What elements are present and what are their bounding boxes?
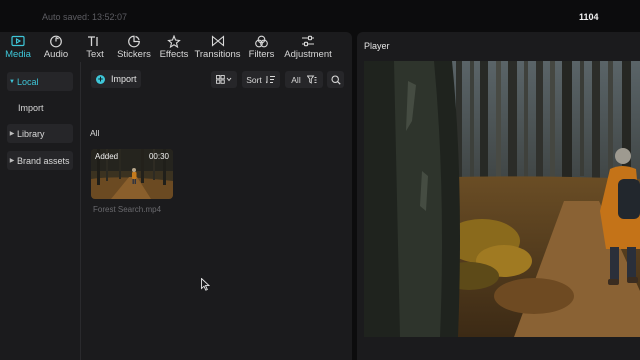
- media-panel: Media Audio Text Stickers Effects Transi…: [0, 32, 352, 360]
- app-window: Auto saved: 13:52:07 1104 Media Audio Te…: [0, 0, 640, 360]
- filter-button[interactable]: All: [285, 71, 323, 88]
- chevron-right-icon: ▶: [9, 131, 15, 137]
- video-preview[interactable]: [364, 61, 640, 337]
- chevron-down-icon: ▼: [9, 78, 15, 85]
- adjustment-icon: [300, 34, 316, 48]
- tab-stickers[interactable]: Stickers: [114, 32, 154, 62]
- sort-button[interactable]: Sort: [242, 71, 280, 88]
- tab-audio[interactable]: Audio: [36, 32, 76, 62]
- tab-filters-label: Filters: [248, 49, 275, 60]
- mouse-cursor-icon: [201, 278, 210, 291]
- search-icon: [330, 74, 341, 85]
- filter-icon: [306, 75, 317, 84]
- tab-adjustment[interactable]: Adjustment: [282, 32, 334, 62]
- filters-icon: [254, 34, 270, 48]
- effects-icon: [166, 34, 182, 48]
- media-sidebar: ▼ Local Import ▶ Library ▶ Brand assets: [0, 62, 81, 360]
- tab-audio-label: Audio: [43, 49, 69, 60]
- media-item[interactable]: Added 00:30: [91, 149, 173, 199]
- grid-view-icon: [215, 75, 231, 84]
- autosave-status: Auto saved: 13:52:07: [42, 12, 128, 22]
- project-name[interactable]: 1104: [579, 12, 599, 22]
- player-title: Player: [364, 41, 390, 51]
- view-mode-button[interactable]: [211, 71, 237, 88]
- sidebar-item-label: Brand assets: [17, 155, 70, 166]
- added-badge: Added: [95, 152, 119, 161]
- media-content: + Import Sort All All Added 00:30 Forest…: [82, 62, 352, 360]
- media-item-name: Forest Search.mp4: [93, 205, 162, 214]
- audio-icon: [48, 34, 64, 48]
- sidebar-item-label: Import: [18, 102, 44, 113]
- asset-toolbar: Media Audio Text Stickers Effects Transi…: [0, 32, 352, 62]
- sidebar-item-library[interactable]: ▶ Library: [7, 124, 73, 143]
- tab-media-label: Media: [5, 49, 31, 60]
- chevron-right-icon: ▶: [9, 158, 15, 164]
- sidebar-item-label: Library: [17, 128, 45, 139]
- sidebar-item-local[interactable]: ▼ Local: [7, 72, 73, 91]
- player-panel: Player: [357, 32, 640, 360]
- filter-button-label: All: [291, 74, 301, 85]
- import-button-label: Import: [111, 74, 137, 84]
- tab-text-label: Text: [86, 49, 104, 60]
- sort-icon: [265, 76, 275, 84]
- media-icon: [10, 34, 26, 48]
- tab-adjustment-label: Adjustment: [284, 49, 332, 60]
- search-button[interactable]: [327, 71, 344, 88]
- sidebar-item-brand-assets[interactable]: ▶ Brand assets: [7, 151, 73, 170]
- tab-media[interactable]: Media: [0, 32, 36, 62]
- title-bar: Auto saved: 13:52:07 1104: [0, 0, 640, 32]
- sort-button-label: Sort: [246, 74, 262, 85]
- tab-text[interactable]: Text: [76, 32, 114, 62]
- tab-transitions-label: Transitions: [194, 49, 241, 60]
- text-icon: [87, 34, 103, 48]
- tab-effects-label: Effects: [159, 49, 189, 60]
- import-button[interactable]: + Import: [91, 70, 141, 88]
- sidebar-item-label: Local: [17, 76, 39, 87]
- tab-stickers-label: Stickers: [117, 49, 151, 60]
- transitions-icon: [210, 34, 226, 48]
- sidebar-item-import[interactable]: Import: [7, 98, 73, 117]
- tab-filters[interactable]: Filters: [241, 32, 282, 62]
- section-label: All: [90, 128, 100, 138]
- video-frame: [364, 61, 640, 337]
- tab-effects[interactable]: Effects: [154, 32, 194, 62]
- stickers-icon: [126, 34, 142, 48]
- duration-badge: 00:30: [148, 152, 169, 161]
- plus-icon: +: [96, 73, 105, 84]
- tab-transitions[interactable]: Transitions: [194, 32, 241, 62]
